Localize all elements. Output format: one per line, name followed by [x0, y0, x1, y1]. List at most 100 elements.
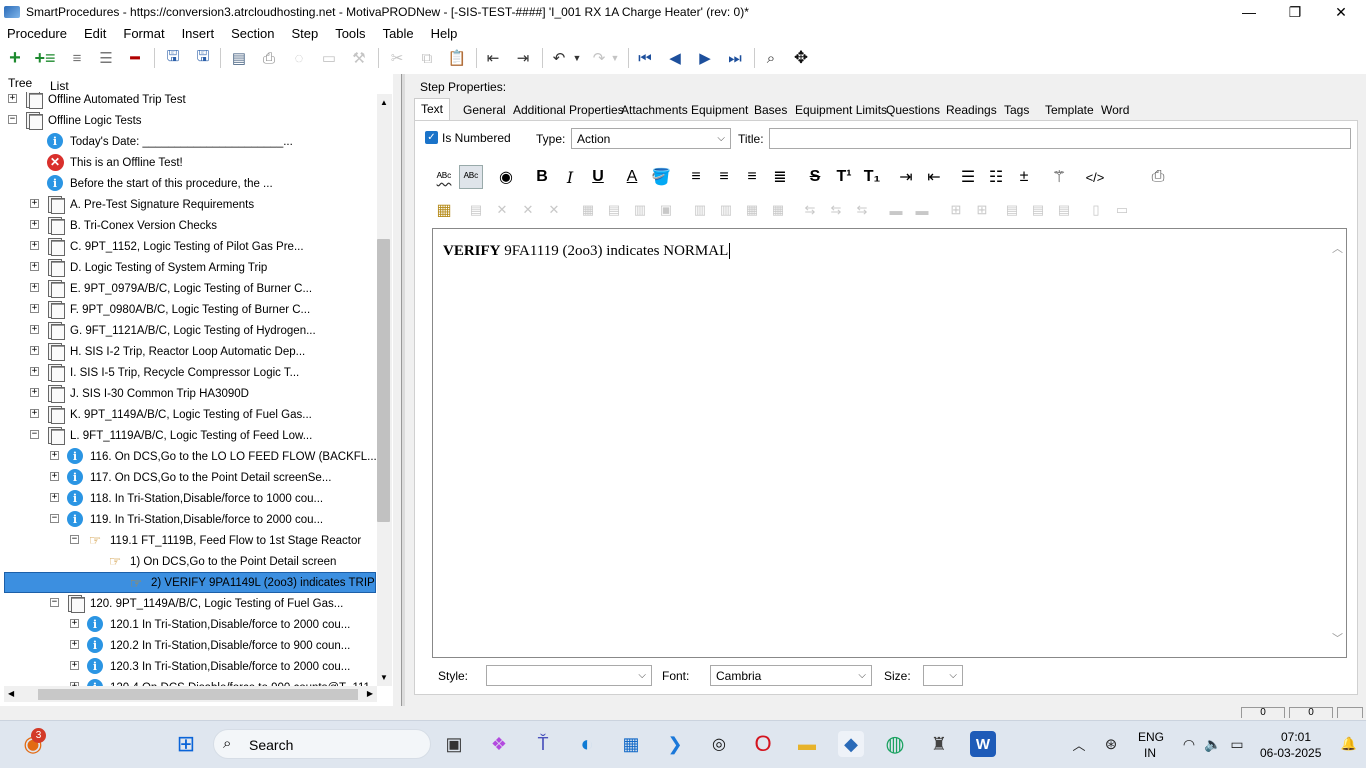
table-tool-icon[interactable]: ▥ [688, 198, 712, 222]
expand-icon[interactable]: + [30, 220, 39, 229]
bullet-list-icon[interactable]: ☰ [956, 165, 980, 189]
redo-dropdown-icon[interactable]: ▼ [604, 47, 626, 69]
export-icon[interactable]: ▤ [228, 47, 250, 69]
align-center-icon[interactable]: ≡ [712, 165, 736, 189]
move-icon[interactable]: ✥ [790, 47, 812, 69]
tree-item[interactable]: + G. 9FT_1121A/B/C, Logic Testing of Hydr… [4, 320, 376, 341]
tree-item[interactable]: + i 120.1 In Tri-Station,Disable/force to … [4, 614, 376, 635]
menu-table[interactable]: Table [383, 26, 414, 41]
word-icon[interactable]: W [970, 731, 996, 757]
tree-item[interactable]: − ☞ 119.1 FT_1119B, Feed Flow to 1st Stage… [4, 530, 376, 551]
tree-item[interactable]: + Offline Automated Trip Test [4, 92, 376, 110]
scroll-right-icon[interactable]: ▶ [367, 689, 373, 698]
language-top[interactable]: ENG [1138, 730, 1164, 744]
tab-questions[interactable]: Questions [886, 103, 940, 117]
table-tool-icon[interactable]: ▦ [576, 198, 600, 222]
font-select[interactable]: Cambria ⌵ [710, 665, 872, 686]
menu-format[interactable]: Format [123, 26, 164, 41]
table-tool-icon[interactable]: ▤ [1026, 198, 1050, 222]
tree-item[interactable]: + B. Tri-Conex Version Checks [4, 215, 376, 236]
indent-left-icon[interactable]: ⇤ [922, 165, 946, 189]
tab-attachments[interactable]: Attachments [621, 103, 688, 117]
file-explorer-icon[interactable]: ▬ [794, 731, 820, 757]
tab-readings[interactable]: Readings [946, 103, 997, 117]
justify-icon[interactable]: ≣ [768, 165, 792, 189]
tab-equipment-limits[interactable]: Equipment Limits [795, 103, 887, 117]
tree-item[interactable]: ✕ This is an Offline Test! [4, 152, 376, 173]
bold-icon[interactable]: B [530, 165, 554, 189]
tree-vertical-scroll-thumb[interactable] [377, 239, 390, 522]
expand-icon[interactable]: + [50, 451, 59, 460]
tree-item[interactable]: + i 118. In Tri-Station,Disable/force to 1… [4, 488, 376, 509]
save-all-icon[interactable]: 🖫 [162, 47, 184, 69]
expand-icon[interactable]: + [50, 472, 59, 481]
tree-item[interactable]: i Before the start of this procedure, the… [4, 173, 376, 194]
smartprocedures-taskbar-icon[interactable]: ◆ [838, 731, 864, 757]
table-tool-icon[interactable]: ▤ [464, 198, 488, 222]
expand-icon[interactable]: + [30, 388, 39, 397]
menu-procedure[interactable]: Procedure [7, 26, 67, 41]
tree-item[interactable]: + H. SIS I-2 Trip, Reactor Loop Automatic… [4, 341, 376, 362]
tree-item[interactable]: − 120. 9PT_1149A/B/C, Logic Testing of Fu… [4, 593, 376, 614]
copilot-icon[interactable]: ❖ [486, 731, 512, 757]
collapse-icon[interactable]: − [30, 430, 39, 439]
tree-item[interactable]: ☞ 1) On DCS,Go to the Point Detail screen [4, 551, 376, 572]
tree-item[interactable]: + i 120.2 In Tri-Station,Disable/force to … [4, 635, 376, 656]
next-icon[interactable]: ▶ [694, 47, 716, 69]
menu-section[interactable]: Section [231, 26, 274, 41]
align-left-icon[interactable]: ≡ [684, 165, 708, 189]
table-tool-icon[interactable]: ▤ [1052, 198, 1076, 222]
insert-table-icon[interactable]: ▦ [432, 198, 456, 222]
taskbar-search-box[interactable]: ⌕ Search [213, 729, 431, 759]
expand-icon[interactable]: + [30, 241, 39, 250]
editor-content[interactable]: VERIFY 9FA1119 (2oo3) indicates NORMAL [443, 243, 731, 260]
table-tool-icon[interactable]: ✕ [542, 198, 566, 222]
italic-icon[interactable]: I [558, 165, 582, 189]
size-select[interactable]: ⌵ [923, 665, 963, 686]
table-tool-icon[interactable]: ⇆ [824, 198, 848, 222]
tree-item[interactable]: + I. SIS I-5 Trip, Recycle Compressor Log… [4, 362, 376, 383]
tree-item[interactable]: + i 117. On DCS,Go to the Point Detail scr… [4, 467, 376, 488]
tab-tree[interactable]: Tree [8, 76, 32, 90]
menu-help[interactable]: Help [431, 26, 458, 41]
indent-icon[interactable]: ⇥ [512, 47, 534, 69]
style-select[interactable]: ⌵ [486, 665, 652, 686]
properties-icon[interactable]: ☰ [95, 47, 117, 69]
tree-item[interactable]: + F. 9PT_0980A/B/C, Logic Testing of Burn… [4, 299, 376, 320]
print-icon[interactable]: ⎙ [258, 47, 280, 69]
chevron-up-icon[interactable]: ︿ [1066, 731, 1092, 757]
power-automate-icon[interactable]: ❯ [662, 731, 688, 757]
scroll-down-icon[interactable]: ▼ [380, 673, 388, 682]
expand-icon[interactable]: + [8, 94, 17, 103]
expand-icon[interactable]: + [70, 661, 79, 670]
expand-icon[interactable]: + [70, 619, 79, 628]
magic-wand-icon[interactable]: ⚚ [1047, 165, 1071, 189]
table-tool-icon[interactable]: ▣ [654, 198, 678, 222]
language-bottom[interactable]: IN [1144, 746, 1156, 760]
outdent-icon[interactable]: ⇤ [482, 47, 504, 69]
delete-icon[interactable]: ━ [124, 47, 146, 69]
table-tool-icon[interactable]: ▥ [628, 198, 652, 222]
collapse-icon[interactable]: − [8, 115, 17, 124]
last-icon[interactable]: ⏭ [724, 47, 746, 69]
editor-scrollbar[interactable]: ︿ ﹀ [1331, 238, 1345, 648]
tree-item[interactable]: + i 116. On DCS,Go to the LO LO FEED FLOW … [4, 446, 376, 467]
table-tool-icon[interactable]: ▬ [884, 198, 908, 222]
app-icon[interactable]: ♜ [926, 731, 952, 757]
battery-icon[interactable]: ▭ [1224, 731, 1250, 757]
collapse-icon[interactable]: − [50, 598, 59, 607]
add-icon[interactable]: + [4, 47, 26, 69]
step-text-editor[interactable] [432, 228, 1347, 658]
tab-general[interactable]: General [463, 103, 506, 117]
expand-icon[interactable]: + [30, 367, 39, 376]
expand-icon[interactable]: + [50, 493, 59, 502]
table-tool-icon[interactable]: ✕ [490, 198, 514, 222]
insert-symbol-icon[interactable]: ± [1012, 165, 1036, 189]
volume-icon[interactable]: 🔈 [1200, 731, 1226, 757]
tree-item[interactable]: − L. 9FT_1119A/B/C, Logic Testing of Feed… [4, 425, 376, 446]
tab-additional-properties[interactable]: Additional Properties [513, 103, 624, 117]
tab-word[interactable]: Word [1101, 103, 1129, 117]
tree-item[interactable]: + i 120.3 In Tri-Station,Disable/force to … [4, 656, 376, 677]
collapse-icon[interactable]: − [70, 535, 79, 544]
tab-list[interactable]: List [50, 79, 69, 93]
